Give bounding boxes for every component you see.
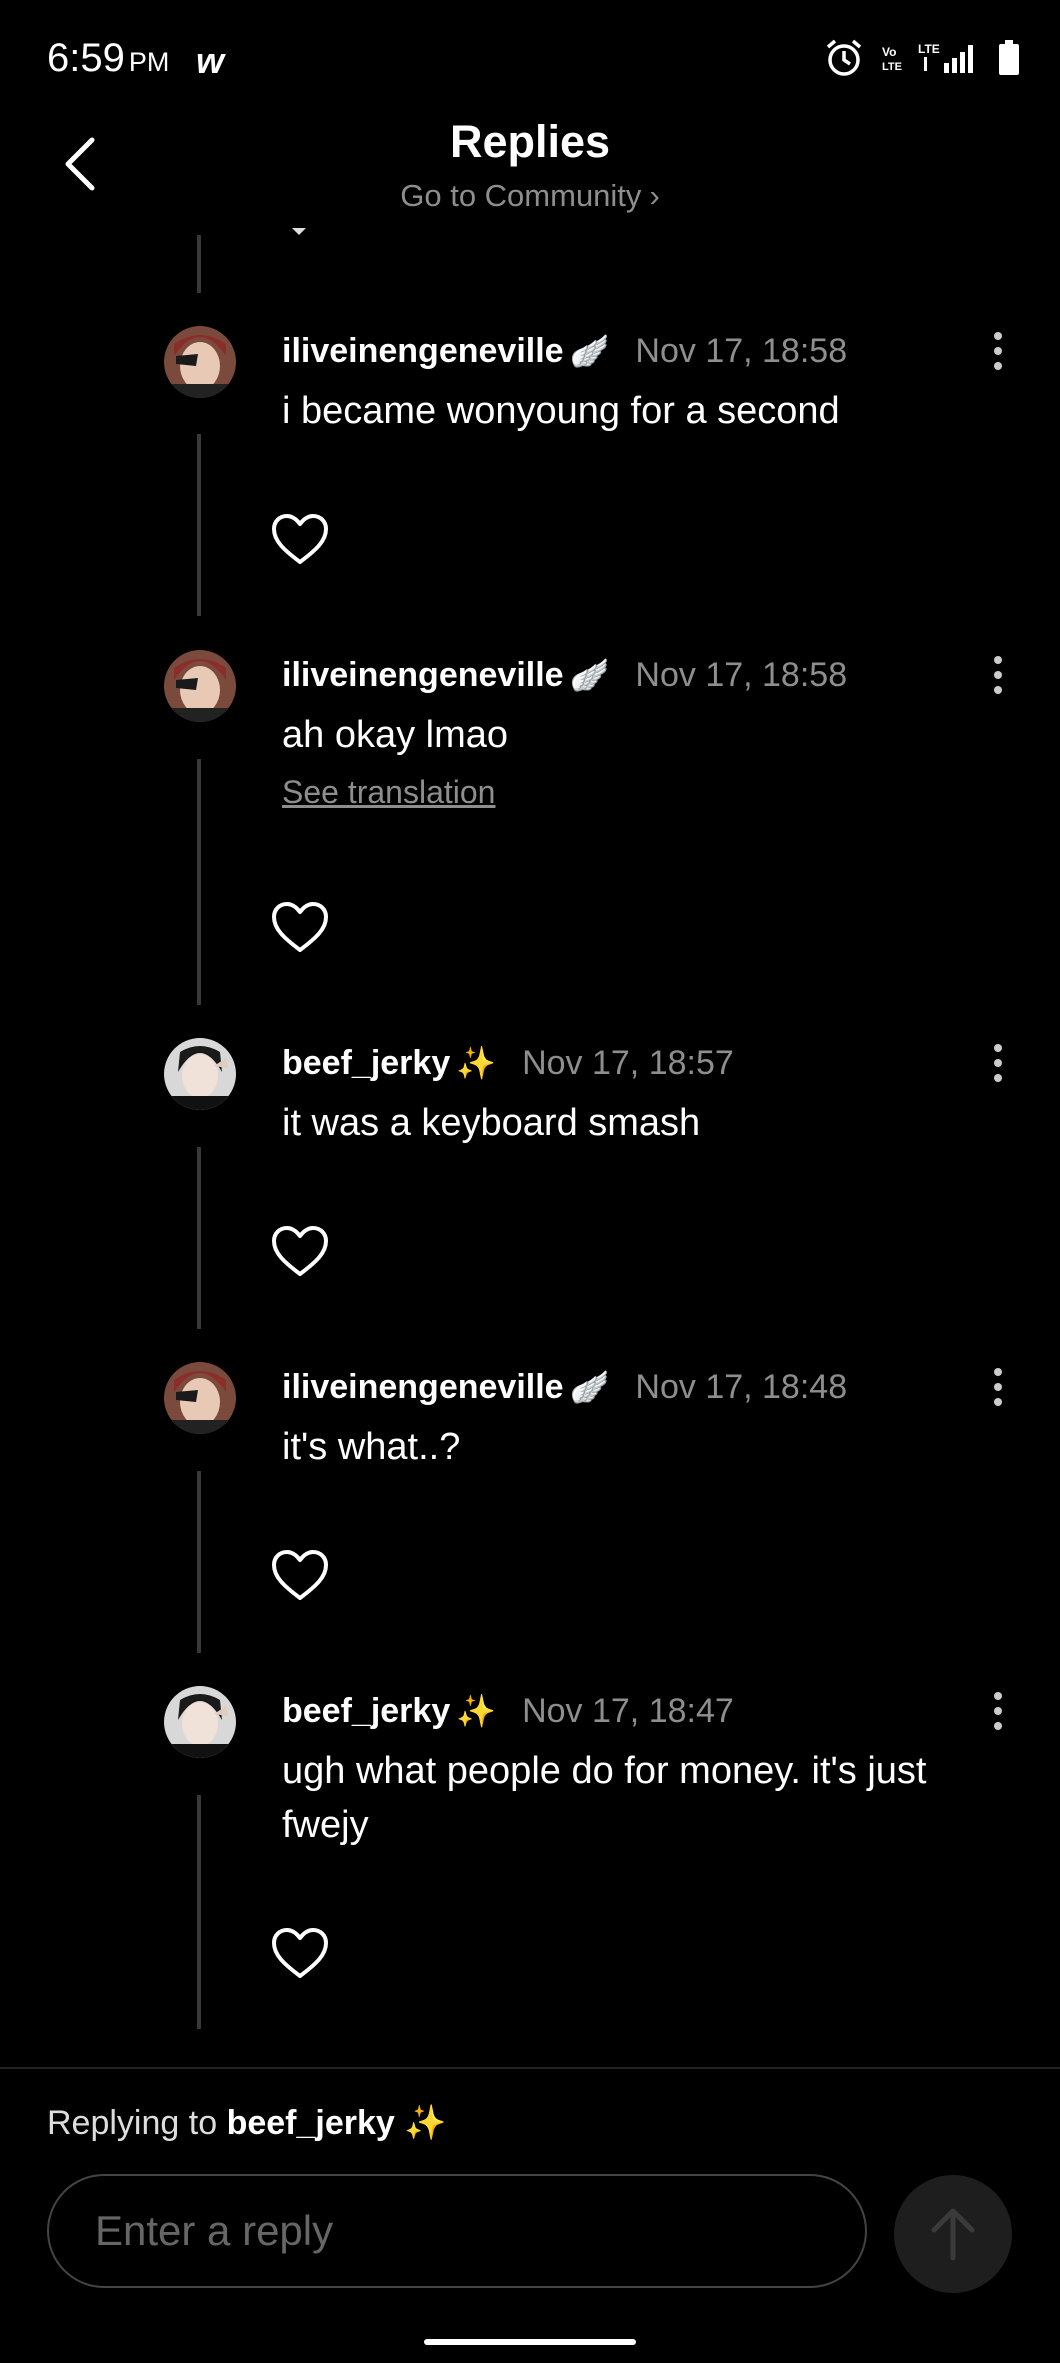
go-to-community-label: Go to Community [400,178,642,213]
lte-signal-icon: LTE [918,42,973,73]
avatar[interactable] [164,1686,236,1758]
thread-line [197,1147,201,1329]
wing-emoji: 🪽 [569,1369,610,1405]
avatar-photo-icon [164,1038,236,1110]
composer-divider [0,2067,1060,2069]
avatar-photo-icon [164,1686,236,1758]
alarm-icon [826,39,862,76]
thread-line [197,235,201,293]
reply-text: it's what..? [282,1426,461,1468]
avatar[interactable] [164,1362,236,1434]
reply-text: it was a keyboard smash [282,1102,701,1144]
thread-line [197,759,201,1005]
page-title: Replies [449,116,611,167]
replying-to-label: Replying to beef_jerky ✨ [47,2103,447,2143]
reply-meta: iliveinengeneville 🪽 Nov 17, 18:58 [282,326,847,376]
heart-icon[interactable] [270,1548,330,1602]
status-time: 6:59 PM [47,36,169,81]
more-options-icon[interactable] [990,1690,1006,1732]
sparkles-emoji: ✨ [456,1693,497,1729]
send-button[interactable] [894,2175,1012,2293]
more-options-icon[interactable] [990,330,1006,372]
avatar[interactable] [164,650,236,722]
svg-text:Vo: Vo [882,45,896,59]
heart-icon[interactable] [270,512,330,566]
username[interactable]: iliveinengeneville [282,1368,564,1407]
heart-icon[interactable] [270,1926,330,1980]
home-indicator[interactable] [424,2339,636,2345]
timestamp: Nov 17, 18:47 [522,1691,734,1730]
reply-meta: iliveinengeneville 🪽 Nov 17, 18:48 [282,1362,847,1412]
battery-icon [999,40,1019,75]
timestamp: Nov 17, 18:57 [522,1043,734,1082]
username[interactable]: beef_jerky [282,1692,450,1731]
username[interactable]: iliveinengeneville [282,332,564,371]
svg-text:LTE: LTE [918,42,940,56]
reply-text: ah okay lmao [282,714,509,756]
status-ampm: PM [128,47,170,77]
avatar-photo-icon [164,326,236,398]
avatar-photo-icon [164,650,236,722]
svg-text:LTE: LTE [882,61,902,73]
avatar[interactable] [164,1038,236,1110]
replying-user: beef_jerky ✨ [226,2104,447,2142]
thread-line [197,1471,201,1653]
avatar-photo-icon [164,1362,236,1434]
collapsed-caret-icon [292,228,306,235]
heart-icon[interactable] [270,1224,330,1278]
sparkles-emoji: ✨ [456,1045,497,1081]
wing-emoji: 🪽 [569,657,610,693]
go-to-community-link[interactable]: Go to Community › [0,178,1060,214]
timestamp: Nov 17, 18:48 [635,1367,848,1406]
timestamp: Nov 17, 18:58 [635,331,848,370]
avatar[interactable] [164,326,236,398]
reply-input[interactable] [47,2174,867,2288]
reply-meta: beef_jerky ✨ Nov 17, 18:57 [282,1038,734,1088]
thread-line [197,1795,201,2029]
arrow-up-icon [931,2208,975,2261]
reply-text: ugh what people do for money. it's just … [282,1750,927,1846]
heart-icon[interactable] [270,900,330,954]
wing-emoji: 🪽 [569,333,610,369]
reply-text: i became wonyoung for a second [282,390,840,432]
reply-meta: beef_jerky ✨ Nov 17, 18:47 [282,1686,734,1736]
reply-meta: iliveinengeneville 🪽 Nov 17, 18:58 [282,650,847,700]
replying-prefix: Replying to [47,2104,218,2142]
status-icons: Vo LTE LTE [824,36,1020,80]
timestamp: Nov 17, 18:58 [635,655,848,694]
status-time-value: 6:59 [47,36,125,80]
see-translation-link[interactable]: See translation [282,774,495,811]
more-options-icon[interactable] [990,654,1006,696]
status-bar: 6:59 PM w Vo LTE LTE [0,0,1060,120]
chevron-right-icon: › [649,178,660,213]
more-options-icon[interactable] [990,1042,1006,1084]
app-notification-icon: w [196,40,225,81]
username[interactable]: iliveinengeneville [282,656,564,695]
thread-line [197,434,201,616]
volte-icon: Vo LTE [882,45,902,73]
username[interactable]: beef_jerky [282,1044,450,1083]
more-options-icon[interactable] [990,1366,1006,1408]
